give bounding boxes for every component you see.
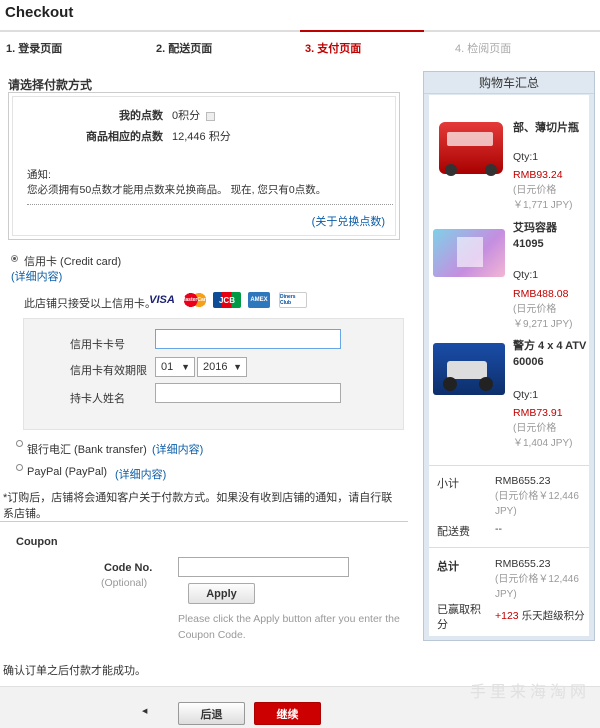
page-title: Checkout (5, 4, 74, 21)
divider (27, 204, 393, 205)
coupon-help-text: Please click the Apply button after you … (178, 613, 400, 641)
confirm-notice: 确认订单之后付款才能成功。 (3, 665, 146, 677)
cart-item-qty: Qty:1 (513, 151, 539, 163)
card-number-input[interactable] (155, 329, 341, 349)
cart-item-name[interactable]: 艾玛容器 41095 (513, 220, 587, 252)
expiry-year-select[interactable]: 2016 ▼ (197, 357, 247, 377)
payment-footnote: *订购后，店铺将会通知客户关于付款方式。如果没有收到店铺的通知，请自行联系店铺。 (3, 492, 393, 520)
step-review: 4. 检阅页面 (455, 43, 512, 55)
coupon-title: Coupon (16, 536, 58, 548)
credit-card-radio[interactable] (11, 255, 18, 262)
jcb-logo-icon: JCB (213, 292, 241, 308)
shipping-value: -- (495, 523, 502, 535)
divider (429, 465, 589, 466)
subtotal-value: RMB655.23 (495, 475, 551, 487)
mastercard-logo-icon: MasterCard (181, 292, 209, 308)
cart-item-price: RMB488.08 (513, 288, 569, 300)
card-expiry-label: 信用卡有效期限 (70, 365, 147, 377)
active-step-indicator (300, 30, 424, 32)
chevron-down-icon: ▼ (181, 362, 190, 372)
notice-title: 通知: (27, 169, 51, 181)
apply-coupon-button[interactable]: Apply (188, 583, 255, 604)
diners-club-logo-icon: Diners Club (279, 292, 307, 308)
my-points-label: 我的点数 (119, 110, 163, 122)
total-yen: (日元价格￥12,446 JPY) (495, 574, 579, 600)
payment-section-title: 请选择付款方式 (8, 78, 93, 92)
divider (0, 521, 408, 522)
goods-points-label: 商品相应的点数 (86, 131, 163, 143)
product-image[interactable] (433, 229, 505, 277)
visa-logo-icon: VISA (149, 294, 175, 306)
chevron-down-icon: ▼ (233, 362, 242, 372)
checkout-steps: 1. 登录页面 2. 配送页面 3. 支付页面 4. 检阅页面 (0, 30, 600, 60)
expiry-month-select[interactable]: 01 ▼ (155, 357, 195, 377)
earned-points-label: 已赢取积分 (437, 604, 481, 631)
cart-item-price: RMB93.24 (513, 169, 563, 181)
continue-button[interactable]: 继续 (254, 702, 321, 725)
credit-card-label: 信用卡 (Credit card) (24, 256, 122, 268)
cart-item-name[interactable]: 部、薄切片瓶 (513, 120, 587, 136)
coupon-optional-label: (Optional) (101, 577, 148, 589)
back-button[interactable]: 后退 (178, 702, 245, 725)
my-points-value: 0积分 (172, 107, 216, 123)
cart-summary: 购物车汇总 部、薄切片瓶 Qty:1 RMB93.24 (日元价格￥1,771 … (423, 71, 595, 641)
divider (429, 547, 589, 548)
back-arrow-icon: ◀ (142, 708, 148, 715)
credit-card-details-link[interactable]: (详细内容) (11, 268, 62, 284)
credit-card-form: 信用卡卡号 信用卡有效期限 01 ▼ 2016 ▼ 持卡人姓名 (23, 318, 404, 430)
product-image[interactable] (439, 122, 503, 176)
cart-item-yen: (日元价格￥1,404 JPY) (513, 423, 573, 449)
earned-points-value: +123 乐天超级积分 (495, 610, 585, 622)
bank-transfer-radio[interactable] (16, 440, 23, 447)
card-number-label: 信用卡卡号 (70, 339, 125, 351)
paypal-label: PayPal (PayPal) (27, 466, 108, 478)
card-holder-input[interactable] (155, 383, 341, 403)
total-label: 总计 (437, 561, 459, 573)
total-value: RMB655.23 (495, 558, 551, 570)
shipping-label: 配送费 (437, 526, 470, 538)
cart-item-name[interactable]: 警方 4 x 4 ATV 60006 (513, 338, 587, 370)
subtotal-label: 小计 (437, 478, 459, 490)
amex-logo-icon: AMEX (248, 292, 270, 308)
cart-title: 购物车汇总 (424, 72, 594, 94)
points-checkbox[interactable] (206, 111, 216, 121)
accepted-cards-label: 此店铺只接受以上信用卡。 (24, 298, 156, 310)
cart-item-price: RMB73.91 (513, 407, 563, 419)
step-shipping: 2. 配送页面 (156, 43, 213, 55)
bank-transfer-label: 银行电汇 (Bank transfer) (27, 444, 147, 456)
coupon-code-input[interactable] (178, 557, 349, 577)
subtotal-yen: (日元价格￥12,446 JPY) (495, 491, 579, 517)
bank-transfer-details-link[interactable]: (详细内容) (152, 441, 203, 457)
product-image[interactable] (433, 343, 505, 395)
watermark: 手里来海淘网 (470, 684, 591, 701)
step-payment: 3. 支付页面 (305, 43, 362, 55)
cart-item-yen: (日元价格￥9,271 JPY) (513, 304, 573, 330)
step-login: 1. 登录页面 (6, 43, 63, 55)
coupon-code-label: Code No. (104, 562, 153, 574)
cart-item-qty: Qty:1 (513, 389, 539, 401)
cart-item-qty: Qty:1 (513, 269, 539, 281)
cart-item-yen: (日元价格￥1,771 JPY) (513, 185, 573, 211)
notice-text: 您必须拥有50点数才能用点数来兑换商品。 现在, 您只有0点数。 (27, 184, 327, 196)
points-box: 我的点数 0积分 商品相应的点数 12,446 积分 通知: 您必须拥有50点数… (8, 92, 400, 240)
paypal-radio[interactable] (16, 464, 23, 471)
goods-points-value: 12,446 积分 (172, 131, 231, 143)
card-holder-label: 持卡人姓名 (70, 393, 125, 405)
paypal-details-link[interactable]: (详细内容) (115, 466, 166, 482)
about-points-link[interactable]: (关于兑换点数) (312, 213, 385, 229)
